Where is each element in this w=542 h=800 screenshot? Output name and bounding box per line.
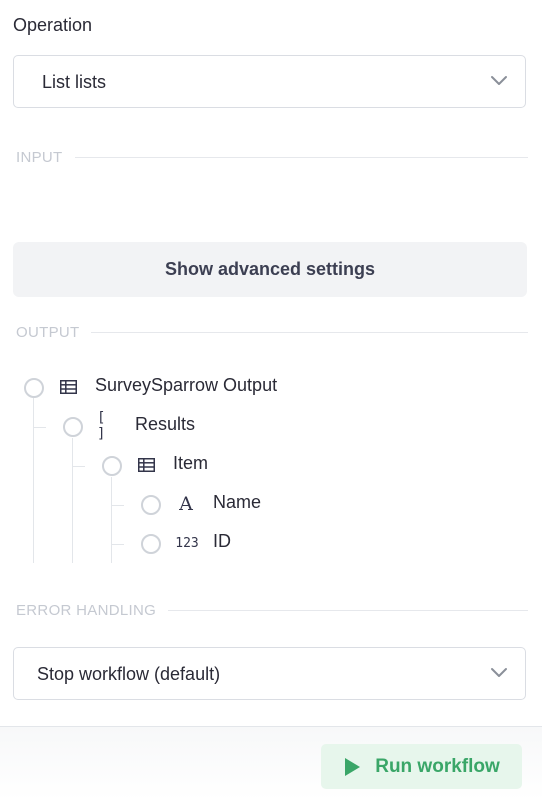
input-section-label: INPUT	[16, 148, 63, 166]
chevron-down-icon	[491, 668, 507, 677]
run-workflow-label: Run workflow	[375, 755, 500, 777]
tree-line	[111, 477, 112, 563]
run-workflow-button[interactable]: Run workflow	[321, 744, 522, 789]
output-section-header: OUTPUT	[16, 322, 528, 342]
show-advanced-settings-button[interactable]: Show advanced settings	[13, 242, 527, 297]
operation-label: Operation	[13, 15, 93, 35]
tree-line	[33, 398, 34, 563]
tree-line	[33, 427, 46, 428]
operation-select[interactable]: List lists	[13, 55, 526, 108]
tree-line	[72, 466, 85, 467]
tree-node-radio[interactable]	[141, 534, 161, 554]
tree-node-radio[interactable]	[102, 456, 122, 476]
tree-node-radio[interactable]	[24, 378, 44, 398]
section-divider	[168, 609, 528, 611]
tree-line	[111, 505, 124, 506]
tree-label-item: Item	[173, 453, 209, 473]
tree-label-results: Results	[135, 414, 196, 434]
tree-line	[72, 438, 73, 563]
section-divider	[74, 156, 528, 158]
text-type-icon: A	[179, 493, 193, 515]
tree-label-surveysparrow-output: SurveySparrow Output	[95, 375, 278, 395]
tree-node-radio[interactable]	[141, 495, 161, 515]
table-icon	[58, 378, 78, 396]
section-divider	[91, 331, 528, 333]
play-icon	[345, 757, 361, 776]
tree-label-name: Name	[213, 492, 262, 512]
output-section-label: OUTPUT	[16, 323, 80, 341]
tree-line	[111, 544, 124, 545]
number-type-icon: 123	[175, 535, 199, 551]
error-handling-select-value: Stop workflow (default)	[37, 664, 221, 684]
error-handling-section-label: ERROR HANDLING	[16, 601, 157, 619]
error-handling-section-header: ERROR HANDLING	[16, 600, 528, 620]
chevron-down-icon	[491, 76, 507, 85]
table-icon	[136, 456, 156, 474]
tree-node-radio[interactable]	[63, 417, 83, 437]
error-handling-select[interactable]: Stop workflow (default)	[13, 647, 526, 700]
tree-label-id: ID	[213, 531, 231, 551]
operation-select-value: List lists	[42, 72, 107, 92]
array-icon: [ ]	[97, 410, 106, 442]
input-section-header: INPUT	[16, 147, 528, 167]
